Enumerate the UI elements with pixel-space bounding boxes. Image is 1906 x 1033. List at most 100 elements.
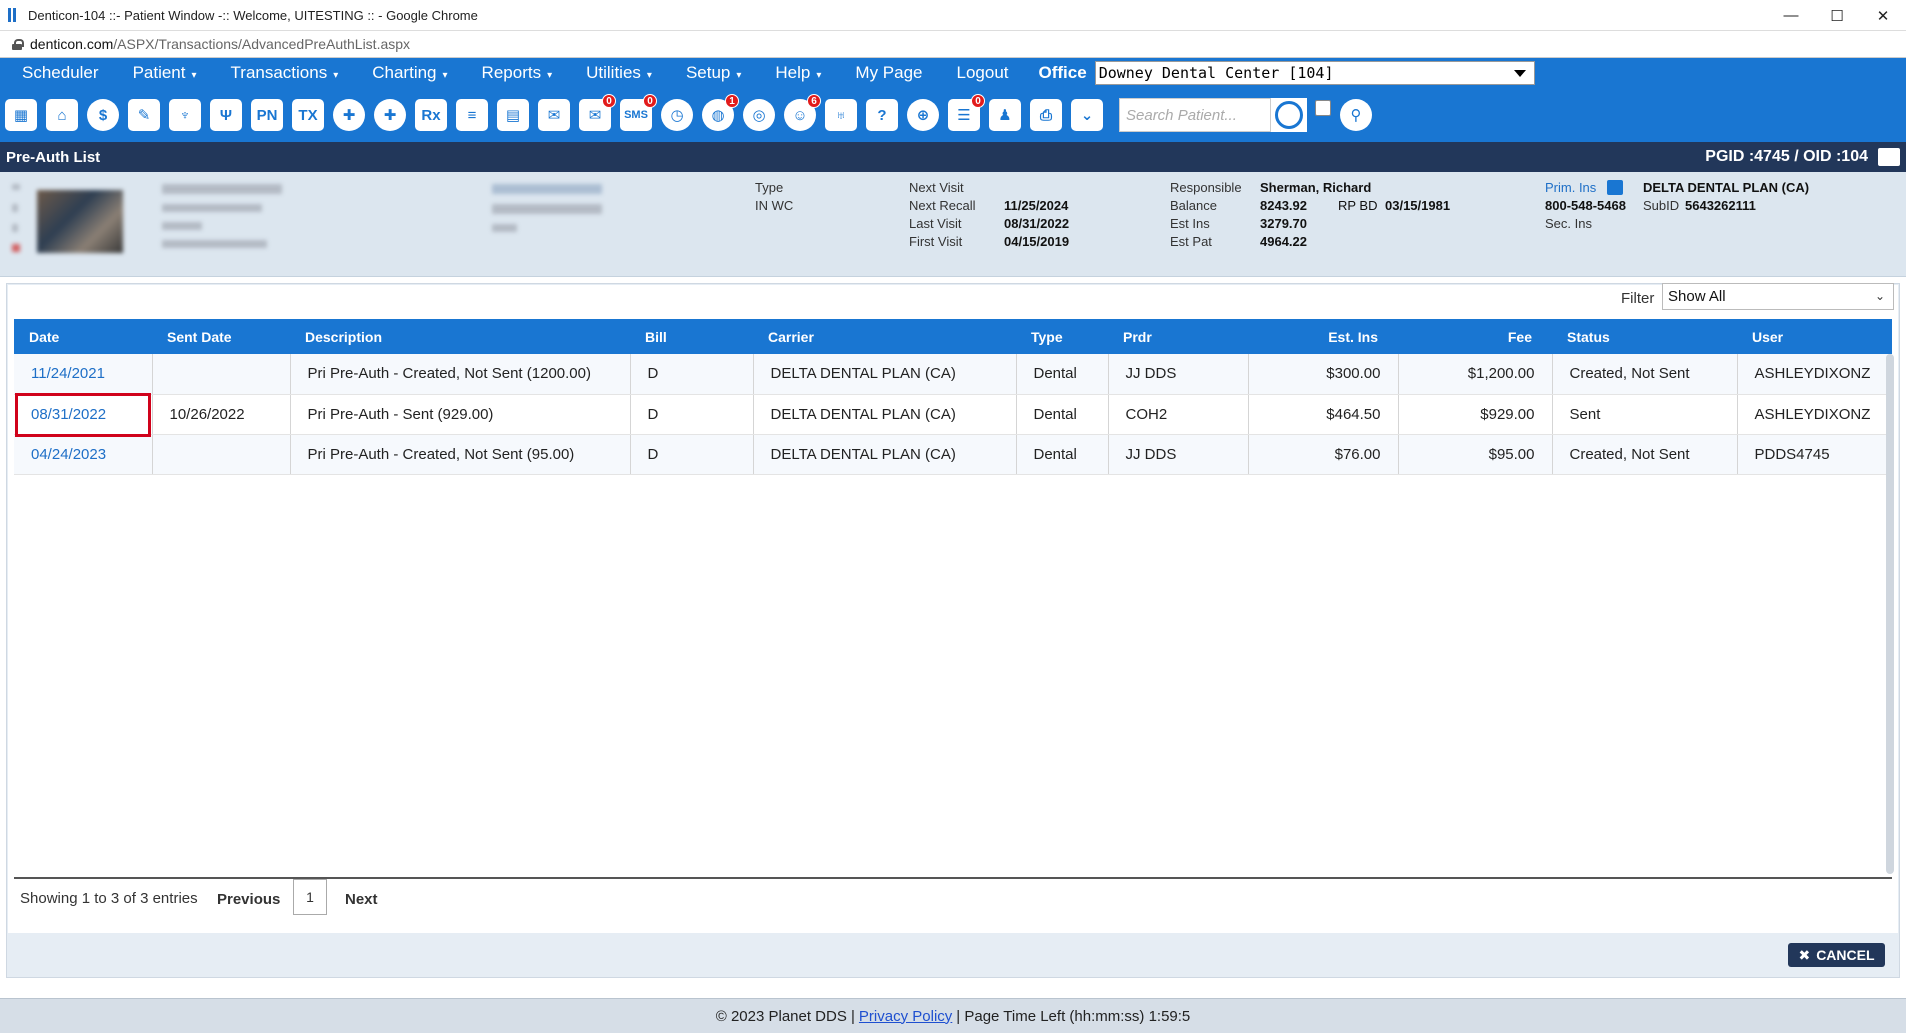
- responsible-label: Responsible: [1170, 180, 1242, 195]
- print-icon[interactable]: ⎙: [1029, 97, 1063, 133]
- table-row[interactable]: 04/24/2023 Pri Pre-Auth - Created, Not S…: [14, 434, 1892, 475]
- col-status[interactable]: Status: [1552, 319, 1737, 354]
- menu-reports[interactable]: Reports ▾: [482, 63, 553, 83]
- table-row[interactable]: 08/31/2022 10/26/2022 Pri Pre-Auth - Sen…: [14, 394, 1892, 435]
- office-select[interactable]: Downey Dental Center [104]: [1094, 61, 1535, 85]
- col-est-ins[interactable]: Est. Ins: [1248, 319, 1398, 354]
- tooth-icon[interactable]: ♆: [168, 97, 202, 133]
- last-visit-label: Last Visit: [909, 216, 962, 231]
- address-bar[interactable]: denticon.com/ASPX/Transactions/AdvancedP…: [0, 31, 1906, 58]
- cancel-button[interactable]: ✖ CANCEL: [1788, 943, 1885, 967]
- menu-utilities[interactable]: Utilities ▾: [586, 63, 652, 83]
- network-globe-icon[interactable]: ⊕: [906, 97, 940, 133]
- col-date[interactable]: Date: [14, 319, 152, 354]
- col-user[interactable]: User: [1737, 319, 1892, 354]
- cell-date: 04/24/2023: [14, 434, 153, 475]
- print-icon[interactable]: [1878, 148, 1900, 166]
- calendar-icon[interactable]: ▦: [4, 97, 38, 133]
- menu-help[interactable]: Help ▾: [775, 63, 821, 83]
- cell-fee: $1,200.00: [1398, 354, 1553, 395]
- pagination-page-1[interactable]: 1: [293, 879, 327, 915]
- chevron-down-icon: ▾: [191, 70, 197, 81]
- expand-icon[interactable]: ⌄: [1070, 97, 1104, 133]
- browser-title-bar: Denticon-104 ::- Patient Window -:: Welc…: [0, 0, 1906, 31]
- minimize-button[interactable]: —: [1768, 0, 1814, 31]
- home-icon[interactable]: ⌂: [45, 97, 79, 133]
- search-patient-input[interactable]: Search Patient...: [1119, 98, 1271, 132]
- responsible-value: Sherman, Richard: [1260, 180, 1372, 195]
- notes-icon[interactable]: ≡: [455, 97, 489, 133]
- add-patient-icon[interactable]: ✚: [332, 97, 366, 133]
- contact-redacted: [492, 204, 602, 214]
- table-header-row: Date Sent Date Description Bill Carrier …: [14, 319, 1892, 354]
- globe-icon[interactable]: ◎: [742, 97, 776, 133]
- chevron-down-icon: ▾: [646, 70, 652, 81]
- patient-detail-redacted: [162, 204, 262, 212]
- tooth-chart-icon[interactable]: Ψ: [209, 97, 243, 133]
- treatment-plan-icon[interactable]: TX: [291, 97, 325, 133]
- advanced-search-icon[interactable]: ⚲: [1339, 97, 1373, 133]
- col-description[interactable]: Description: [290, 319, 630, 354]
- menu-logout[interactable]: Logout: [957, 63, 1009, 83]
- col-prdr[interactable]: Prdr: [1108, 319, 1248, 354]
- pagination-previous[interactable]: Previous: [217, 891, 280, 908]
- patient-photo[interactable]: [37, 190, 123, 253]
- menu-charting[interactable]: Charting ▾: [372, 63, 447, 83]
- patient-detail-redacted: [162, 222, 202, 230]
- add-family-icon[interactable]: ✚: [373, 97, 407, 133]
- cell-sent-date: [152, 354, 291, 395]
- table-row[interactable]: 11/24/2021 Pri Pre-Auth - Created, Not S…: [14, 354, 1892, 395]
- col-type[interactable]: Type: [1016, 319, 1108, 354]
- chevron-down-icon: ▾: [333, 70, 339, 81]
- cell-date: 08/31/2022: [14, 394, 153, 435]
- edit-note-icon[interactable]: ✎: [127, 97, 161, 133]
- col-bill[interactable]: Bill: [630, 319, 753, 354]
- date-link[interactable]: 04/24/2023: [31, 446, 106, 463]
- type-label: Type: [755, 180, 784, 195]
- contact-redacted: [492, 184, 602, 194]
- menu-transactions[interactable]: Transactions ▾: [231, 63, 339, 83]
- privacy-policy-link[interactable]: Privacy Policy: [859, 1008, 952, 1025]
- pagination-next[interactable]: Next: [345, 891, 378, 908]
- alerts-icon[interactable]: ☺ 6: [783, 94, 821, 133]
- insurance-verify-icon[interactable]: [1607, 180, 1623, 195]
- document-icon[interactable]: ▤: [496, 97, 530, 133]
- payment-icon[interactable]: $: [86, 97, 120, 133]
- cell-type: Dental: [1016, 394, 1109, 435]
- filter-select[interactable]: Show All ⌄: [1662, 283, 1894, 310]
- col-fee[interactable]: Fee: [1398, 319, 1552, 354]
- mail-icon[interactable]: ✉: [537, 97, 571, 133]
- next-recall-label: Next Recall: [909, 198, 976, 213]
- prim-ins-link[interactable]: Prim. Ins: [1545, 180, 1596, 195]
- cell-user: ASHLEYDIXONZ: [1737, 394, 1892, 435]
- sms-icon[interactable]: SMS 0: [619, 94, 657, 133]
- page-title: Pre-Auth List: [6, 148, 101, 166]
- forms-icon[interactable]: ☰ 0: [947, 94, 985, 133]
- family-icon[interactable]: ♟: [988, 97, 1022, 133]
- vertical-scrollbar[interactable]: [1886, 354, 1894, 874]
- maximize-button[interactable]: ☐: [1814, 0, 1860, 31]
- col-sent-date[interactable]: Sent Date: [152, 319, 290, 354]
- menu-setup[interactable]: Setup ▾: [686, 63, 741, 83]
- clock-icon[interactable]: ◷: [660, 97, 694, 133]
- cell-prdr: JJ DDS: [1108, 354, 1249, 395]
- close-window-button[interactable]: ✕: [1860, 0, 1906, 31]
- menu-scheduler[interactable]: Scheduler: [22, 63, 99, 83]
- date-link[interactable]: 08/31/2022: [31, 406, 106, 423]
- col-carrier[interactable]: Carrier: [753, 319, 1016, 354]
- message-icon[interactable]: ✉ 0: [578, 94, 616, 133]
- prescription-icon[interactable]: Rx: [414, 97, 448, 133]
- progress-notes-icon[interactable]: PN: [250, 97, 284, 133]
- web-user-icon[interactable]: ◍ 1: [701, 94, 739, 133]
- cell-type: Dental: [1016, 354, 1109, 395]
- menu-patient[interactable]: Patient ▾: [133, 63, 197, 83]
- menu-my-page[interactable]: My Page: [855, 63, 922, 83]
- toolbar-checkbox[interactable]: [1315, 100, 1331, 116]
- patient-search-icon[interactable]: [1271, 98, 1307, 132]
- web-count-badge: 1: [725, 94, 739, 108]
- date-link[interactable]: 11/24/2021: [31, 365, 105, 382]
- tooth-question-icon[interactable]: ?: [865, 97, 899, 133]
- contact-redacted: [492, 224, 517, 232]
- tooth-outline-icon[interactable]: ♅: [824, 97, 858, 133]
- first-visit-value: 04/15/2019: [1004, 234, 1070, 249]
